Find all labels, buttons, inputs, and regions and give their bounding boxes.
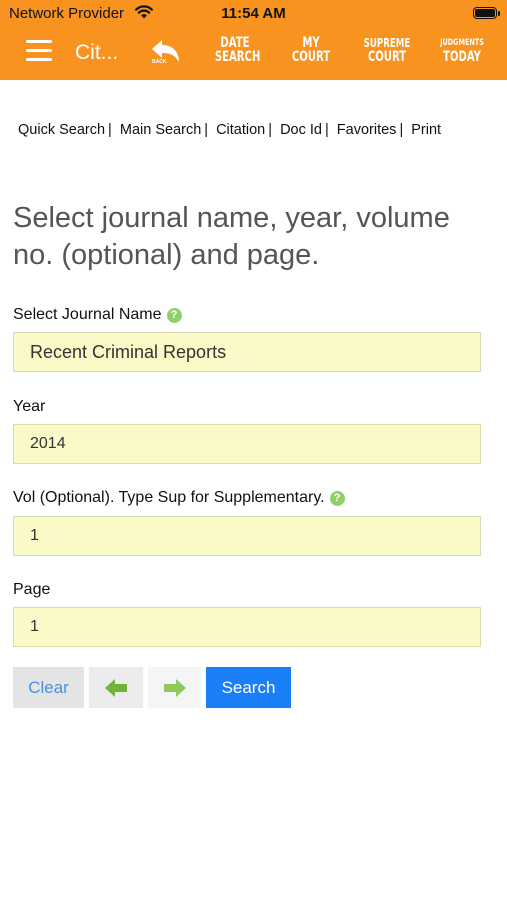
journal-name-select[interactable]: Recent Criminal Reports [13, 332, 481, 372]
tab-separator: | [108, 122, 112, 138]
tab-citation[interactable]: Citation [216, 122, 265, 138]
volume-label: Vol (Optional). Type Sup for Supplementa… [13, 489, 345, 507]
year-field[interactable]: 2014 [13, 424, 481, 464]
tab-quick-search[interactable]: Quick Search [18, 122, 105, 138]
volume-label-text: Vol (Optional). Type Sup for Supplementa… [13, 489, 325, 506]
year-label: Year [13, 398, 46, 415]
tab-separator: | [204, 122, 209, 138]
nav-my-court-line1: MY [302, 35, 320, 51]
nav-supreme-court[interactable]: SUPREME COURT [362, 36, 412, 64]
next-button[interactable] [148, 667, 201, 708]
tab-separator: | [324, 122, 329, 138]
nav-judgments-today[interactable]: JUDGMENTS TODAY [439, 36, 485, 64]
tab-print[interactable]: Print [411, 122, 441, 138]
app-header: Cit... BACK DATE SEARCH MY COURT SUPREME… [0, 28, 507, 80]
tab-main-search[interactable]: Main Search [120, 122, 201, 138]
battery-tip [498, 11, 500, 16]
nav-supreme-court-line1: SUPREME [363, 36, 411, 50]
nav-date-search-line1: DATE [220, 35, 250, 51]
search-tabs: Quick Search | Main Search | Citation | Doc… [18, 122, 441, 138]
back-arrow-icon[interactable] [148, 36, 184, 72]
nav-supreme-court-line2: COURT [367, 49, 407, 65]
arrow-right-icon [163, 678, 186, 697]
page-heading: Select journal name, year, volume no. (o… [13, 202, 450, 271]
hamburger-menu-icon[interactable] [26, 40, 52, 62]
battery-icon [473, 7, 497, 19]
nav-my-court-line2: COURT [291, 49, 331, 65]
tab-separator: | [399, 122, 404, 138]
journal-name-label: Select Journal Name? [13, 306, 182, 324]
status-bar: Network Provider 11:54 AM [0, 0, 507, 28]
help-icon[interactable]: ? [166, 308, 182, 323]
tab-doc-id[interactable]: Doc Id [280, 122, 322, 138]
clock: 11:54 AM [221, 5, 286, 22]
nav-judgments-today-line2: TODAY [443, 49, 481, 65]
search-button[interactable]: Search [206, 667, 291, 708]
volume-field[interactable]: 1 [13, 516, 481, 556]
tab-favorites[interactable]: Favorites [337, 122, 397, 138]
page-field[interactable]: 1 [13, 607, 481, 647]
back-label: BACK [152, 59, 167, 65]
app-title: Cit... [75, 41, 119, 64]
journal-name-label-text: Select Journal Name [13, 306, 162, 323]
help-icon[interactable]: ? [329, 491, 345, 506]
nav-my-court[interactable]: MY COURT [291, 36, 331, 64]
nav-date-search-line2: SEARCH [214, 49, 261, 65]
clear-button[interactable]: Clear [13, 667, 84, 708]
previous-button[interactable] [89, 667, 143, 708]
nav-judgments-today-line1: JUDGMENTS [440, 38, 484, 48]
tab-separator: | [268, 122, 273, 138]
nav-date-search[interactable]: DATE SEARCH [214, 35, 261, 65]
arrow-left-icon [105, 678, 127, 697]
page-label: Page [13, 581, 51, 598]
